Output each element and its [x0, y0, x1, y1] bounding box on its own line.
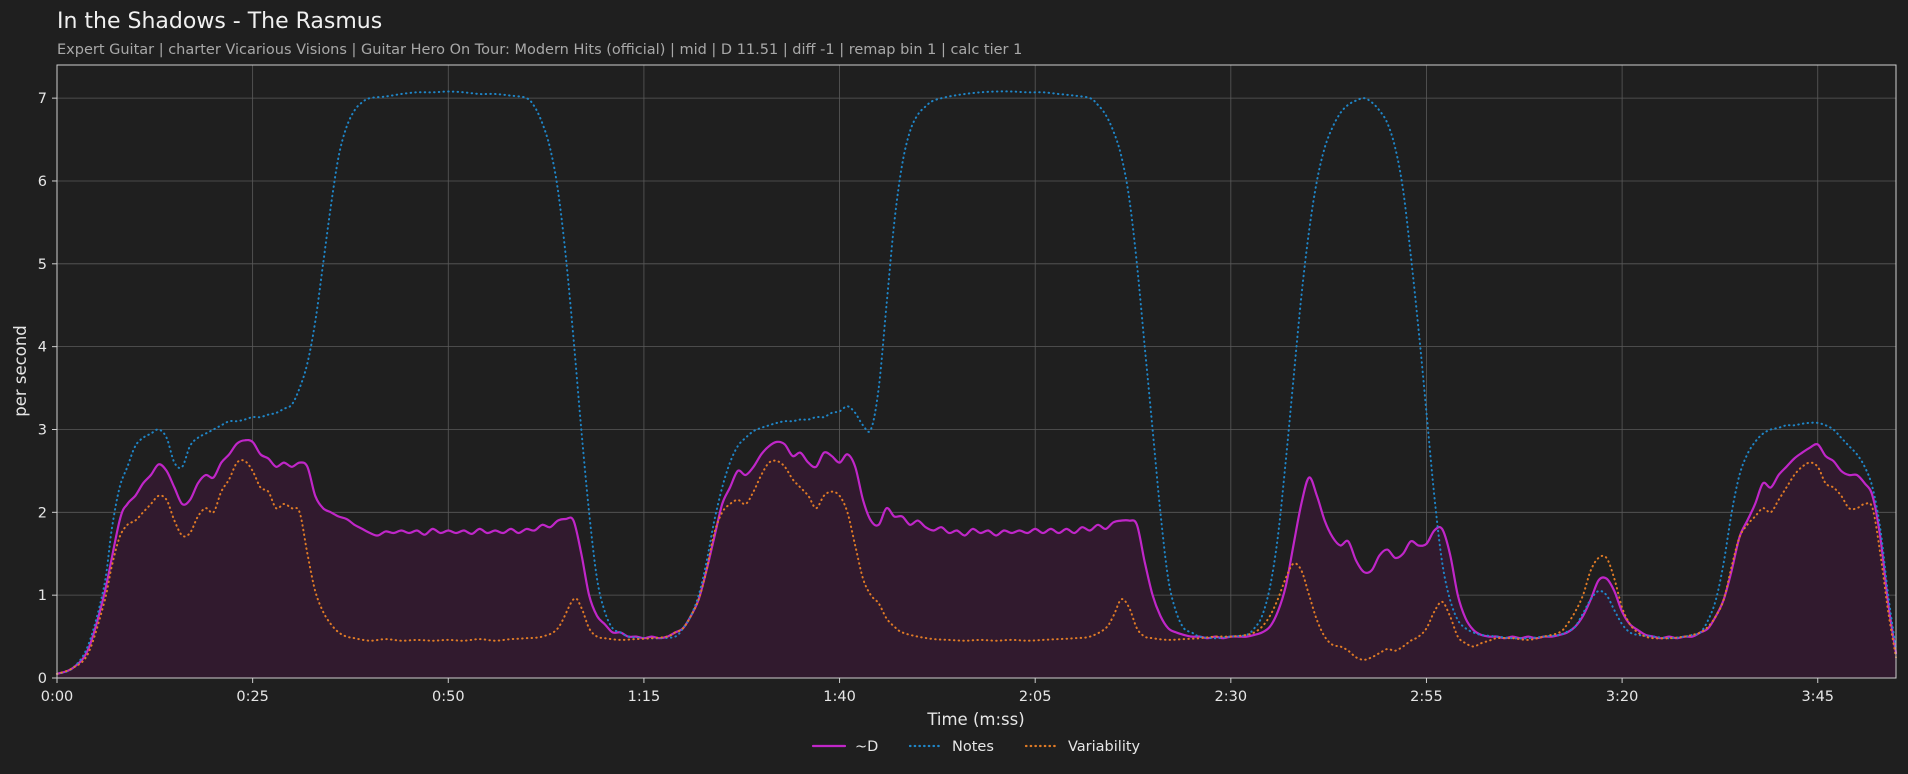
x-tick-label: 0:25 [236, 689, 269, 705]
y-tick-label: 6 [38, 174, 47, 190]
legend-label-notes: Notes [952, 739, 994, 755]
y-tick-label: 5 [38, 257, 47, 273]
x-tick-label: 3:45 [1801, 689, 1834, 705]
y-tick-label: 1 [38, 588, 47, 604]
x-tick-label: 2:30 [1215, 689, 1248, 705]
y-tick-label: 7 [38, 91, 47, 107]
y-tick-label: 2 [38, 505, 47, 521]
y-tick-label: 0 [38, 671, 47, 687]
chart-title: In the Shadows - The Rasmus [57, 9, 382, 34]
x-tick-label: 1:40 [823, 689, 856, 705]
x-tick-label: 0:00 [41, 689, 74, 705]
x-tick-label: 2:55 [1410, 689, 1443, 705]
y-axis-ticks: 0 1 2 3 4 5 6 7 [38, 91, 57, 687]
series-fill-area [57, 440, 1896, 678]
x-tick-label: 0:50 [432, 689, 465, 705]
y-tick-label: 3 [38, 422, 47, 438]
x-tick-label: 3:20 [1606, 689, 1639, 705]
x-tick-label: 2:05 [1019, 689, 1052, 705]
x-axis-ticks: 0:00 0:25 0:50 1:15 1:40 2:05 2:30 2:55 3:20 3:45 [41, 678, 1834, 705]
chart: In the Shadows - The Rasmus Expert Guita… [11, 9, 1898, 755]
legend-label-variability: Variability [1068, 739, 1141, 755]
series-d-area [57, 440, 1896, 678]
chart-subtitle: Expert Guitar | charter Vicarious Vision… [57, 42, 1022, 58]
y-axis-label: per second [11, 325, 30, 417]
legend-label-d: ~D [855, 739, 878, 755]
x-tick-label: 1:15 [628, 689, 661, 705]
y-tick-label: 4 [38, 340, 47, 356]
x-axis-label: Time (m:ss) [926, 710, 1024, 729]
legend: ~D Notes Variability [811, 739, 1141, 755]
